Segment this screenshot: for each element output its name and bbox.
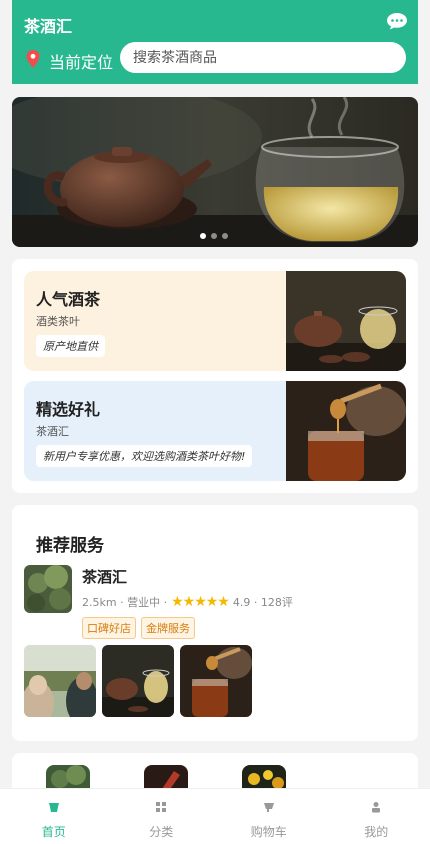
search-input[interactable] [120,42,406,73]
shop-badge: 金牌服务 [141,617,195,639]
shop-meta: 2.5km · 营业中 · ★★★★★ 4.9 · 128评 [82,594,293,610]
section-heading: 推荐服务 [36,536,104,556]
home-icon [48,803,59,812]
tab-home[interactable]: 首页 [0,789,108,844]
location-pin-icon [26,50,40,68]
category-card-gifts[interactable]: 精选好礼 茶酒汇 新用户专享优惠，欢迎选购酒类茶叶好物! [24,381,406,481]
star-rating-icon: ★★★★★ [171,594,230,610]
shop-status: 营业中 [127,596,161,609]
shop-photo[interactable] [24,645,96,717]
shop-reviews: 128评 [260,596,293,609]
cart-icon [263,803,274,812]
tab-cart[interactable]: 购物车 [215,789,323,844]
category-title: 精选好礼 [36,400,101,419]
category-title: 人气酒茶 [36,290,101,309]
shop-badges: 口碑好店 金牌服务 [82,617,195,639]
app-title: 茶酒汇 [24,17,73,36]
hero-banner[interactable] [12,97,418,247]
pagination-dot[interactable] [211,233,217,239]
category-subtitle: 酒类茶叶 [36,315,80,328]
pagination-dot[interactable] [222,233,228,239]
shop-photo[interactable] [180,645,252,717]
category-card-popular[interactable]: 人气酒茶 酒类茶叶 原产地直供 [24,271,406,371]
separator: · [116,595,128,609]
shop-photo[interactable] [102,645,174,717]
separator: · [250,595,261,609]
app-header: 茶酒汇 当前定位 [12,0,418,84]
tab-label: 首页 [41,825,66,839]
shop-distance: 2.5km [82,595,117,609]
user-icon [372,802,381,813]
shop-avatar[interactable] [24,565,72,613]
chat-icon[interactable] [386,12,408,30]
tab-category[interactable]: 分类 [108,789,216,844]
category-tag: 原产地直供 [36,335,105,357]
bottom-tab-bar: 首页 分类 购物车 我的 [0,788,430,844]
category-panel: 人气酒茶 酒类茶叶 原产地直供 精选好礼 茶酒汇 新用户专享优惠，欢迎选购酒类茶… [12,259,418,493]
shop-name[interactable]: 茶酒汇 [82,566,127,587]
pagination-dot[interactable] [200,233,206,239]
banner-image [12,97,418,247]
shop-photo-row [24,645,252,717]
grid-icon [156,802,167,812]
tab-label: 购物车 [250,825,287,839]
category-subtitle: 茶酒汇 [36,425,69,438]
recommend-panel: 推荐服务 茶酒汇 2.5km · 营业中 · ★★★★★ 4.9 · 128评 … [12,505,418,741]
tab-profile[interactable]: 我的 [323,789,430,844]
category-tag: 新用户专享优惠，欢迎选购酒类茶叶好物! [36,445,253,467]
tab-label: 我的 [364,825,389,839]
current-location-label[interactable]: 当前定位 [49,49,113,73]
shop-badge: 口碑好店 [82,617,136,639]
tab-label: 分类 [149,825,174,839]
tea-set-image [286,271,406,371]
honey-jar-image [286,381,406,481]
shop-rating: 4.9 [232,595,251,609]
separator: · [160,595,168,609]
banner-pagination [200,233,228,239]
